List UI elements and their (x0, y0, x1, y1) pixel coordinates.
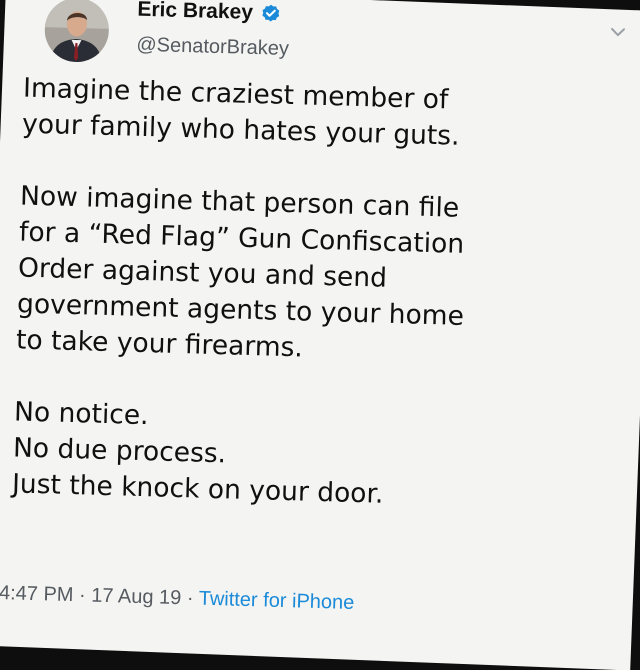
tweet-text: Imagine the craziest member of your fami… (12, 71, 614, 519)
tweet-card: Eric Brakey @SenatorBrakey Imagine the c… (0, 0, 640, 670)
author-name[interactable]: Eric Brakey (137, 0, 253, 25)
author-name-row: Eric Brakey (137, 0, 281, 26)
tweet-content: Eric Brakey @SenatorBrakey Imagine the c… (0, 0, 640, 644)
meta-separator: · (73, 584, 92, 607)
tweet-paragraph: Imagine the craziest member of your fami… (22, 71, 614, 159)
avatar[interactable] (43, 0, 110, 63)
chevron-down-icon[interactable] (609, 23, 627, 41)
tweet-time[interactable]: 4:47 PM (0, 582, 74, 606)
meta-separator: · (181, 587, 200, 610)
author-handle[interactable]: @SenatorBrakey (136, 34, 289, 61)
tweet-meta: 4:47 PM · 17 Aug 19 · Twitter for iPhone (0, 582, 355, 615)
tweet-source-link[interactable]: Twitter for iPhone (198, 588, 354, 614)
tweet-paragraph: No notice. No due process. Just the knoc… (12, 394, 605, 518)
verified-badge-icon (261, 4, 279, 22)
tweet-paragraph: Now imagine that person can file for a “… (16, 178, 611, 374)
tweet-date[interactable]: 17 Aug 19 (91, 585, 182, 610)
profile-photo (43, 0, 110, 63)
